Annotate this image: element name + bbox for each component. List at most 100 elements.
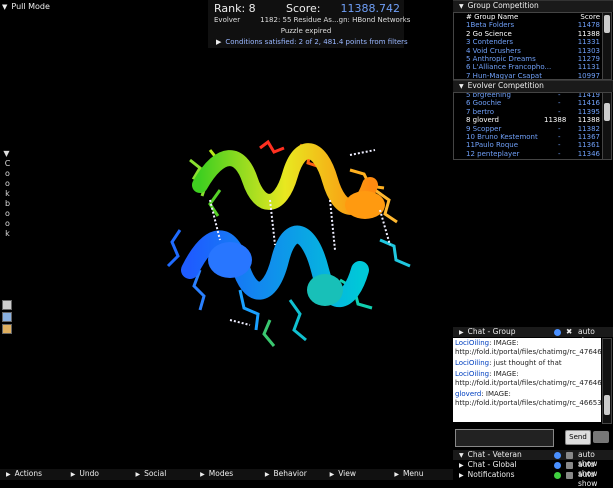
group-name: 1Beta Folders	[466, 21, 515, 30]
triangle-right-icon: ▶	[6, 471, 11, 478]
info-icon[interactable]	[554, 329, 561, 336]
notifications-header[interactable]: ▶ Notifications auto show	[453, 470, 613, 488]
table-row[interactable]: 5 brgreening - 11419	[454, 93, 602, 99]
player-name: 9 Scopper	[466, 124, 502, 133]
group-competition-list[interactable]: # Group Name Score 1Beta Folders 11478 2 G…	[453, 12, 603, 80]
chat-group-header[interactable]: ▶Chat - Group ✖ auto show	[453, 327, 613, 345]
notes-icon[interactable]	[2, 324, 12, 334]
player-name: 12 penteplayer	[466, 149, 520, 158]
table-row[interactable]: 7 Hun-Magyar Csapat 10997	[454, 71, 602, 80]
chat-message: LociOiling: IMAGE: http://fold.it/portal…	[453, 338, 601, 358]
triangle-down-icon: ▼	[459, 452, 464, 459]
menu-undo[interactable]: ▶ Undo	[71, 469, 130, 480]
scroll-thumb[interactable]	[604, 103, 610, 121]
chat-message: gloverd: IMAGE: http://fold.it/portal/fi…	[453, 389, 601, 409]
group-competition-header[interactable]: ▼ Group Competition	[453, 0, 613, 12]
chat-message: LociOiling: just thought of that	[453, 358, 601, 369]
protein-viewport[interactable]	[150, 130, 440, 360]
table-row[interactable]: 6 L'Alliance Francopho... 11131	[454, 63, 602, 71]
checkbox-icon[interactable]	[566, 472, 573, 479]
table-row[interactable]: 5 Anthropic Dreams 11279	[454, 55, 602, 63]
player-name: 8 gloverd	[466, 116, 499, 125]
menu-modes[interactable]: ▶ Modes	[200, 469, 259, 480]
table-row[interactable]: 7 bertro - 11395	[454, 108, 602, 116]
group-name: 2 Go Science	[466, 29, 512, 38]
score-label: Score:	[286, 2, 321, 15]
pull-mode-toggle[interactable]: ▼ Pull Mode	[2, 2, 50, 11]
puzzle-status: Puzzle expired	[280, 27, 332, 35]
triangle-down-icon: ▼	[459, 3, 464, 10]
evolver-scrollbar[interactable]	[602, 92, 612, 160]
table-row[interactable]: 10 Bruno Kestemont - 11367	[454, 133, 602, 141]
group-score: 11131	[577, 63, 600, 72]
score-panel: Rank: 8 Score: 11388.742 Evolver 1182: 55…	[208, 0, 410, 48]
chat-author: gloverd	[455, 390, 482, 398]
group-score: 11279	[577, 54, 600, 63]
player-name: 6 Goochie	[466, 99, 502, 108]
group-score: 10997	[577, 71, 600, 80]
info-icon[interactable]	[554, 452, 561, 459]
send-button[interactable]: Send	[565, 430, 591, 445]
triangle-right-icon: ▶	[394, 471, 399, 478]
triangle-right-icon: ▶	[264, 471, 270, 478]
puzzle-title: 1182: 55 Residue As...gn: HBond Networks	[260, 16, 411, 24]
group-scrollbar[interactable]	[602, 12, 612, 80]
list-header: # Group Name Score	[466, 13, 600, 21]
group-name: 4 Void Crushers	[466, 46, 521, 55]
player-col: -	[558, 124, 561, 133]
cookbook-label: Cookbook	[3, 159, 12, 239]
checkbox-icon[interactable]	[566, 462, 573, 469]
table-row[interactable]: 12 penteplayer - 11346	[454, 150, 602, 158]
table-row[interactable]: 3 Contenders 11331	[454, 38, 602, 46]
evolver-label: Evolver	[214, 16, 241, 24]
table-row[interactable]: 2 Go Science 11388	[454, 30, 602, 38]
evolver-competition-header[interactable]: ▼ Evolver Competition	[453, 80, 613, 92]
evolver-competition-list[interactable]: 5 brgreening -11419 6 Goochie -11416 7 bertr…	[453, 92, 603, 160]
triangle-right-icon: ▶	[70, 471, 76, 478]
checkbox-icon[interactable]	[566, 452, 573, 459]
rank-label: Rank: 8	[214, 2, 256, 15]
info-icon[interactable]	[554, 462, 561, 469]
conditions-toggle[interactable]: ▶ Conditions satisfied: 2 of 2, 481.4 poi…	[216, 38, 408, 46]
table-row[interactable]: 1Beta Folders 11478	[454, 21, 602, 29]
cookbook-toggle[interactable]: ▼ Cookbook	[2, 149, 12, 239]
script-icon[interactable]	[2, 312, 12, 322]
close-icon[interactable]: ✖	[566, 327, 572, 336]
chat-text: : just thought of that	[489, 359, 562, 367]
menu-social[interactable]: ▶ Social	[135, 469, 194, 480]
table-row[interactable]: 8 gloverd 11388 11388	[454, 116, 602, 124]
table-row[interactable]: 9 Scopper - 11382	[454, 125, 602, 133]
group-name: 5 Anthropic Dreams	[466, 54, 536, 63]
chat-input[interactable]	[455, 429, 554, 447]
menu-view[interactable]: ▶ View	[330, 469, 389, 480]
scroll-thumb[interactable]	[604, 15, 610, 33]
player-score: 11382	[577, 124, 600, 133]
player-col: -	[558, 99, 561, 108]
player-col: -	[558, 149, 561, 158]
menu-behavior[interactable]: ▶ Behavior	[265, 469, 324, 480]
scroll-thumb[interactable]	[604, 395, 610, 415]
menu-actions[interactable]: ▶ Actions	[6, 469, 65, 480]
chat-veteran-header[interactable]: ▼ Chat - Veteran auto show	[453, 450, 613, 468]
chat-global-header[interactable]: ▶ Chat - Global auto show	[453, 460, 613, 478]
group-score: 11331	[577, 38, 600, 47]
bottom-menu-bar: ▶ Actions ▶ Undo ▶ Social ▶ Modes ▶ Behavior ▶ View…	[0, 469, 453, 480]
group-name: 7 Hun-Magyar Csapat	[466, 71, 542, 80]
triangle-right-icon: ▶	[459, 472, 464, 479]
triangle-down-icon: ▼	[2, 3, 8, 11]
menu-menu[interactable]: ▶ Menu	[394, 469, 453, 480]
table-row[interactable]: 11Paulo Roque - 11361	[454, 141, 602, 149]
player-score: 11388	[577, 116, 600, 125]
player-name: 7 bertro	[466, 107, 495, 116]
camera-icon[interactable]	[593, 431, 609, 443]
table-row[interactable]: 6 Goochie - 11416	[454, 99, 602, 107]
recipe-icon[interactable]	[2, 300, 12, 310]
triangle-down-icon: ▼	[459, 83, 464, 90]
triangle-right-icon: ▶	[135, 471, 141, 478]
player-col: 11388	[544, 116, 567, 125]
table-row[interactable]: 4 Void Crushers 11303	[454, 47, 602, 55]
group-score: 11388	[577, 29, 600, 38]
chat-scrollbar[interactable]	[602, 338, 612, 424]
chat-log[interactable]: LociOiling: IMAGE: http://fold.it/portal…	[453, 338, 601, 422]
group-score: 11478	[577, 21, 600, 30]
